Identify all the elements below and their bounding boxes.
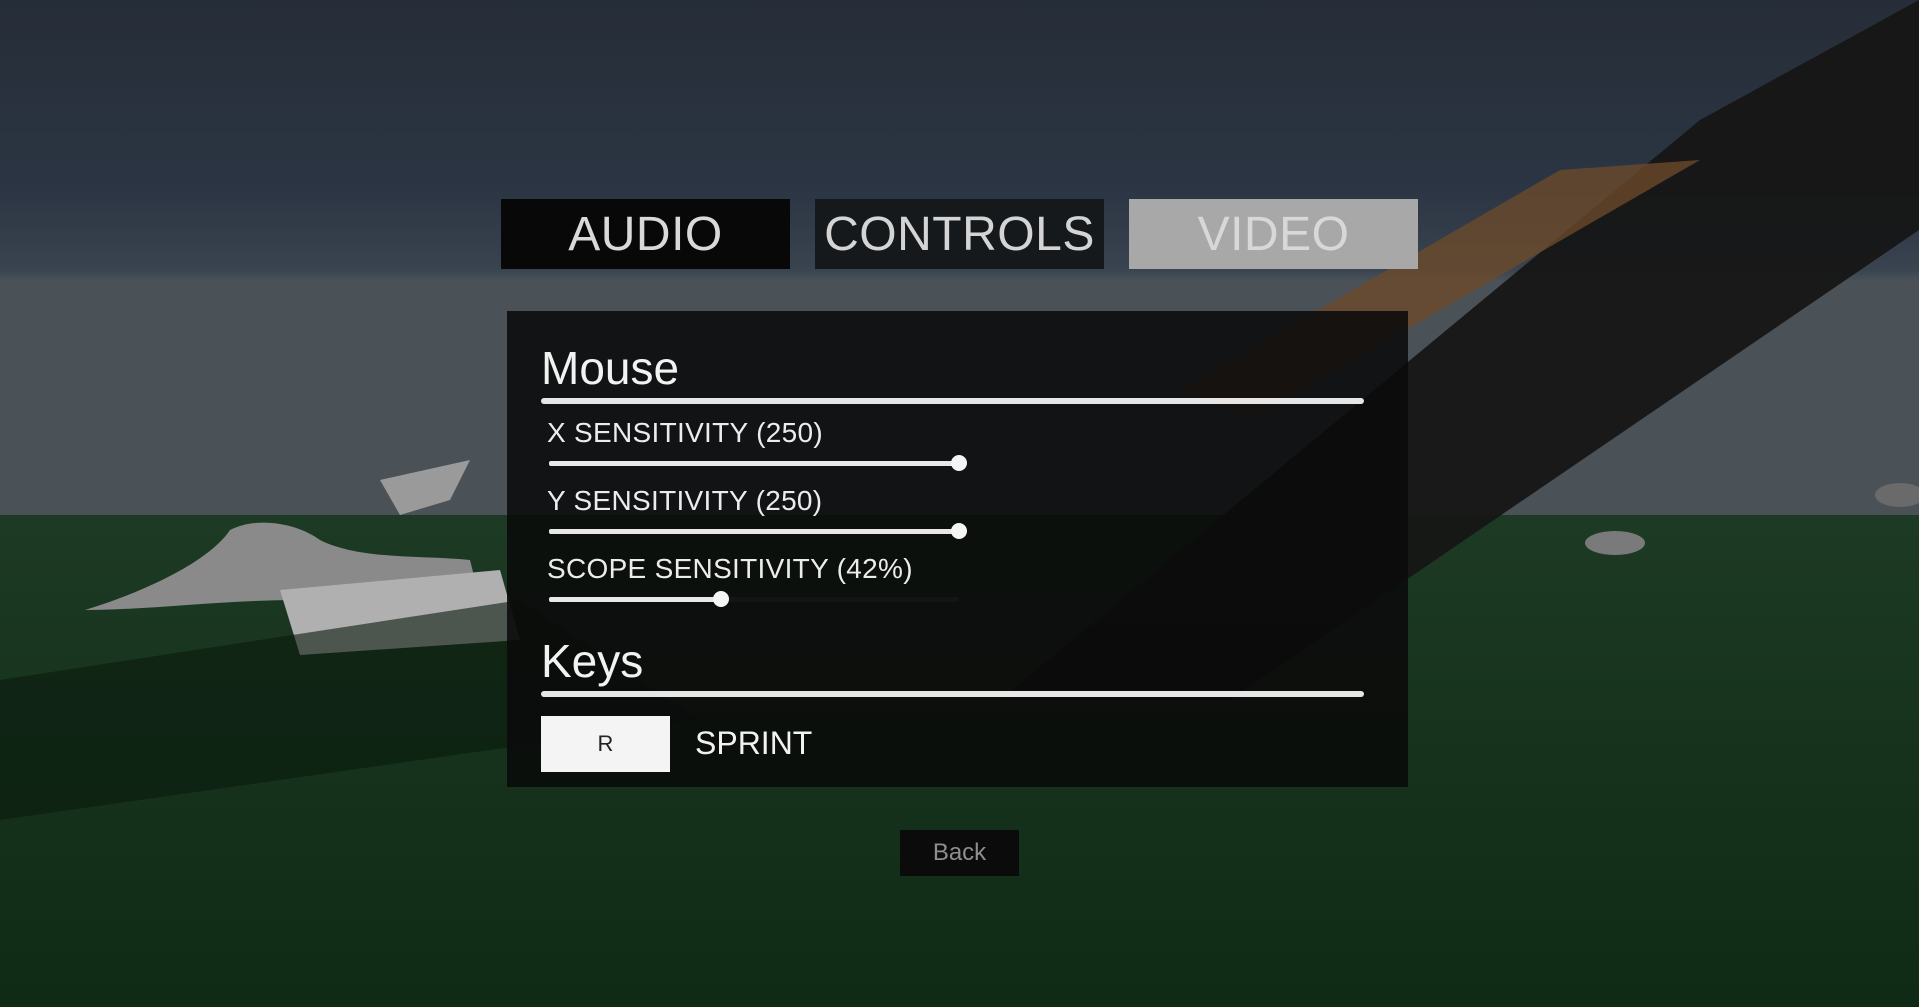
back-button-label: Back [932,839,987,866]
y-sensitivity-label: Y SENSITIVITY (250) [547,485,823,516]
mouse-section-title: Mouse [541,342,680,394]
slider-fill [549,529,959,534]
back-button[interactable]: Back [900,830,1019,876]
slider-fill [549,597,722,602]
sprint-key-binding-button[interactable]: R [541,716,670,772]
mouse-section-divider [541,398,1364,404]
tab-video-label: VIDEO [1197,207,1350,261]
slider-thumb[interactable] [951,523,967,539]
slider-thumb[interactable] [951,455,967,471]
scope-sensitivity-label: SCOPE SENSITIVITY (42%) [547,553,913,584]
sprint-action-label: SPRINT [695,725,813,761]
key-binding-value: R [597,731,614,756]
slider-thumb[interactable] [713,591,730,607]
tab-audio-label: AUDIO [568,207,723,261]
x-sensitivity-slider[interactable] [549,455,967,471]
x-sensitivity-label: X SENSITIVITY (250) [547,417,823,448]
tab-controls-label: CONTROLS [824,207,1095,261]
tab-audio[interactable]: AUDIO [501,199,790,269]
tab-video[interactable]: VIDEO [1129,199,1418,269]
y-sensitivity-slider[interactable] [549,523,967,539]
keys-section-title: Keys [541,635,644,687]
tab-controls[interactable]: CONTROLS [815,199,1104,269]
slider-fill [549,461,959,466]
scope-sensitivity-slider[interactable] [549,591,959,607]
keys-section-divider [541,691,1364,697]
controls-settings-panel: Mouse X SENSITIVITY (250) Y SENSITIVITY … [507,311,1408,787]
